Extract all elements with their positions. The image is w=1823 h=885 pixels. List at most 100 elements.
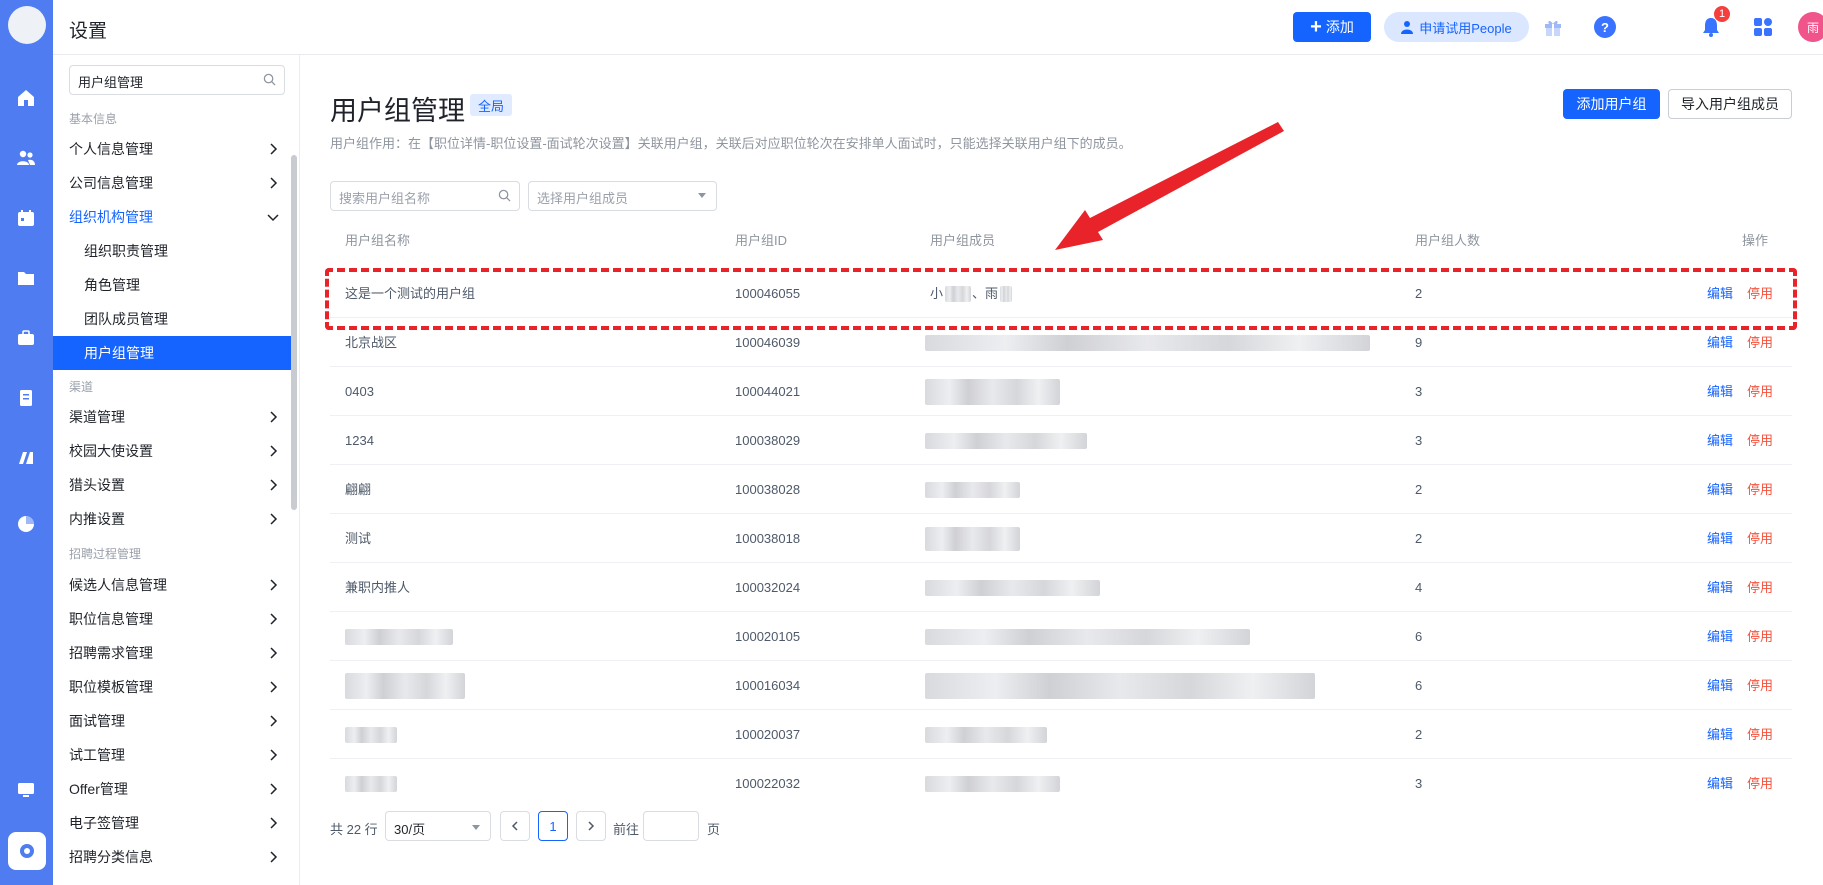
redacted-group-name <box>345 673 465 699</box>
redacted-group-name <box>345 629 453 645</box>
table-row: 1234 100038029 3 编辑 停用 <box>330 416 1792 465</box>
search-icon <box>498 189 511 202</box>
member-select[interactable]: 选择用户组成员 <box>528 181 717 211</box>
sidebar-item-personal-info[interactable]: 个人信息管理 <box>53 132 291 166</box>
sidebar-item-roles[interactable]: 角色管理 <box>53 268 291 302</box>
redacted-members <box>925 379 1060 405</box>
edit-link[interactable]: 编辑 <box>1707 367 1733 416</box>
app-logo[interactable] <box>8 6 46 44</box>
cell-count: 4 <box>1415 580 1423 595</box>
group-search-input[interactable]: 搜索用户组名称 <box>330 181 520 211</box>
sidebar-item-team-members[interactable]: 团队成员管理 <box>53 302 291 336</box>
cell-count: 6 <box>1415 629 1423 644</box>
cell-members: 小 <box>930 286 944 301</box>
edit-link[interactable]: 编辑 <box>1707 269 1733 318</box>
add-button[interactable]: + 添加 <box>1293 12 1371 42</box>
cell-count: 3 <box>1415 776 1423 791</box>
edit-link[interactable]: 编辑 <box>1707 318 1733 367</box>
sidebar-item-channel-mgmt[interactable]: 渠道管理 <box>53 400 291 434</box>
disable-link[interactable]: 停用 <box>1747 416 1773 465</box>
page-number-button[interactable]: 1 <box>538 811 568 841</box>
document-icon[interactable] <box>14 386 38 410</box>
header-member-count: 用户组人数 <box>1415 233 1481 248</box>
disable-link[interactable]: 停用 <box>1747 612 1773 661</box>
prev-page-button[interactable] <box>500 811 530 841</box>
calendar-icon[interactable] <box>14 206 38 230</box>
pagination-total: 共 22 行 <box>330 822 378 837</box>
page-description: 用户组作用：在【职位详情-职位设置-面试轮次设置】关联用户组，关联后对应职位轮次… <box>330 136 1132 151</box>
help-icon[interactable]: ? <box>1592 14 1618 40</box>
edit-link[interactable]: 编辑 <box>1707 514 1733 563</box>
import-members-button[interactable]: 导入用户组成员 <box>1668 89 1792 119</box>
sidebar-item-e-sign[interactable]: 电子签管理 <box>53 806 291 840</box>
sidebar-item-position-info[interactable]: 职位信息管理 <box>53 602 291 636</box>
users-icon[interactable] <box>14 146 38 170</box>
sidebar-item-hiring-needs[interactable]: 招聘需求管理 <box>53 636 291 670</box>
pie-chart-icon[interactable] <box>14 512 38 536</box>
table-row: 0403 100044021 3 编辑 停用 <box>330 367 1792 416</box>
scope-tag: 全局 <box>470 94 513 116</box>
page-size-select[interactable]: 30/页 <box>385 811 491 841</box>
settings-icon[interactable] <box>8 832 46 870</box>
member-select-placeholder: 选择用户组成员 <box>537 191 629 206</box>
sidebar-item-position-templates[interactable]: 职位模板管理 <box>53 670 291 704</box>
redacted-members <box>925 433 1087 449</box>
main-content: 用户组管理 全局 用户组作用：在【职位详情-职位设置-面试轮次设置】关联用户组，… <box>300 55 1823 885</box>
apps-grid-icon[interactable] <box>1750 14 1776 40</box>
goto-page-input[interactable] <box>643 811 699 841</box>
user-avatar[interactable]: 雨 <box>1798 12 1823 42</box>
edit-link[interactable]: 编辑 <box>1707 612 1733 661</box>
disable-link[interactable]: 停用 <box>1747 318 1773 367</box>
sidebar-item-org-structure[interactable]: 组织机构管理 <box>53 200 291 234</box>
disable-link[interactable]: 停用 <box>1747 710 1773 759</box>
sidebar-item-categories[interactable]: 招聘分类信息 <box>53 840 291 874</box>
table-row: 北京战区 100046039 9 编辑 停用 <box>330 318 1792 367</box>
cell-group-name: 1234 <box>345 433 374 448</box>
disable-link[interactable]: 停用 <box>1747 759 1773 808</box>
disable-link[interactable]: 停用 <box>1747 465 1773 514</box>
sidebar-search-input[interactable]: 用户组管理 <box>69 65 285 95</box>
disable-link[interactable]: 停用 <box>1747 563 1773 612</box>
page-size-value: 30/页 <box>394 822 426 837</box>
edit-link[interactable]: 编辑 <box>1707 465 1733 514</box>
home-icon[interactable] <box>14 86 38 110</box>
sidebar-item-headhunter[interactable]: 猎头设置 <box>53 468 291 502</box>
cell-group-name: 0403 <box>345 384 374 399</box>
gift-icon[interactable] <box>1540 14 1566 40</box>
trial-people-button[interactable]: 申请试用People <box>1384 12 1529 42</box>
section-channel: 渠道 <box>69 380 94 394</box>
cell-members-rest: 、雨 <box>972 286 999 301</box>
edit-link[interactable]: 编辑 <box>1707 416 1733 465</box>
disable-link[interactable]: 停用 <box>1747 367 1773 416</box>
briefcase-icon[interactable] <box>14 326 38 350</box>
disable-link[interactable]: 停用 <box>1747 514 1773 563</box>
book-icon[interactable] <box>14 446 38 470</box>
next-page-button[interactable] <box>576 811 606 841</box>
sidebar-item-trial-work[interactable]: 试工管理 <box>53 738 291 772</box>
chevron-right-icon <box>270 177 278 189</box>
sidebar-item-interviews[interactable]: 面试管理 <box>53 704 291 738</box>
folder-icon[interactable] <box>14 266 38 290</box>
edit-link[interactable]: 编辑 <box>1707 563 1733 612</box>
edit-link[interactable]: 编辑 <box>1707 661 1733 710</box>
cell-group-id: 100032024 <box>735 580 801 595</box>
edit-link[interactable]: 编辑 <box>1707 710 1733 759</box>
sidebar-search-value: 用户组管理 <box>78 75 144 90</box>
redacted-members <box>925 727 1047 743</box>
sidebar-item-user-groups[interactable]: 用户组管理 <box>53 336 291 370</box>
disable-link[interactable]: 停用 <box>1747 269 1773 318</box>
monitor-icon[interactable] <box>14 778 38 802</box>
sidebar-item-campus-ambassador[interactable]: 校园大使设置 <box>53 434 291 468</box>
sidebar-item-org-duties[interactable]: 组织职责管理 <box>53 234 291 268</box>
chevron-right-icon <box>270 851 278 863</box>
sidebar-item-referral[interactable]: 内推设置 <box>53 502 291 536</box>
sidebar-scrollbar[interactable] <box>291 155 297 510</box>
sidebar-item-candidate-info[interactable]: 候选人信息管理 <box>53 568 291 602</box>
sidebar-item-company-info[interactable]: 公司信息管理 <box>53 166 291 200</box>
add-user-group-button[interactable]: 添加用户组 <box>1563 89 1660 119</box>
sidebar-item-offers[interactable]: Offer管理 <box>53 772 291 806</box>
disable-link[interactable]: 停用 <box>1747 661 1773 710</box>
chevron-right-icon <box>270 749 278 761</box>
edit-link[interactable]: 编辑 <box>1707 759 1733 808</box>
search-icon <box>263 73 276 86</box>
